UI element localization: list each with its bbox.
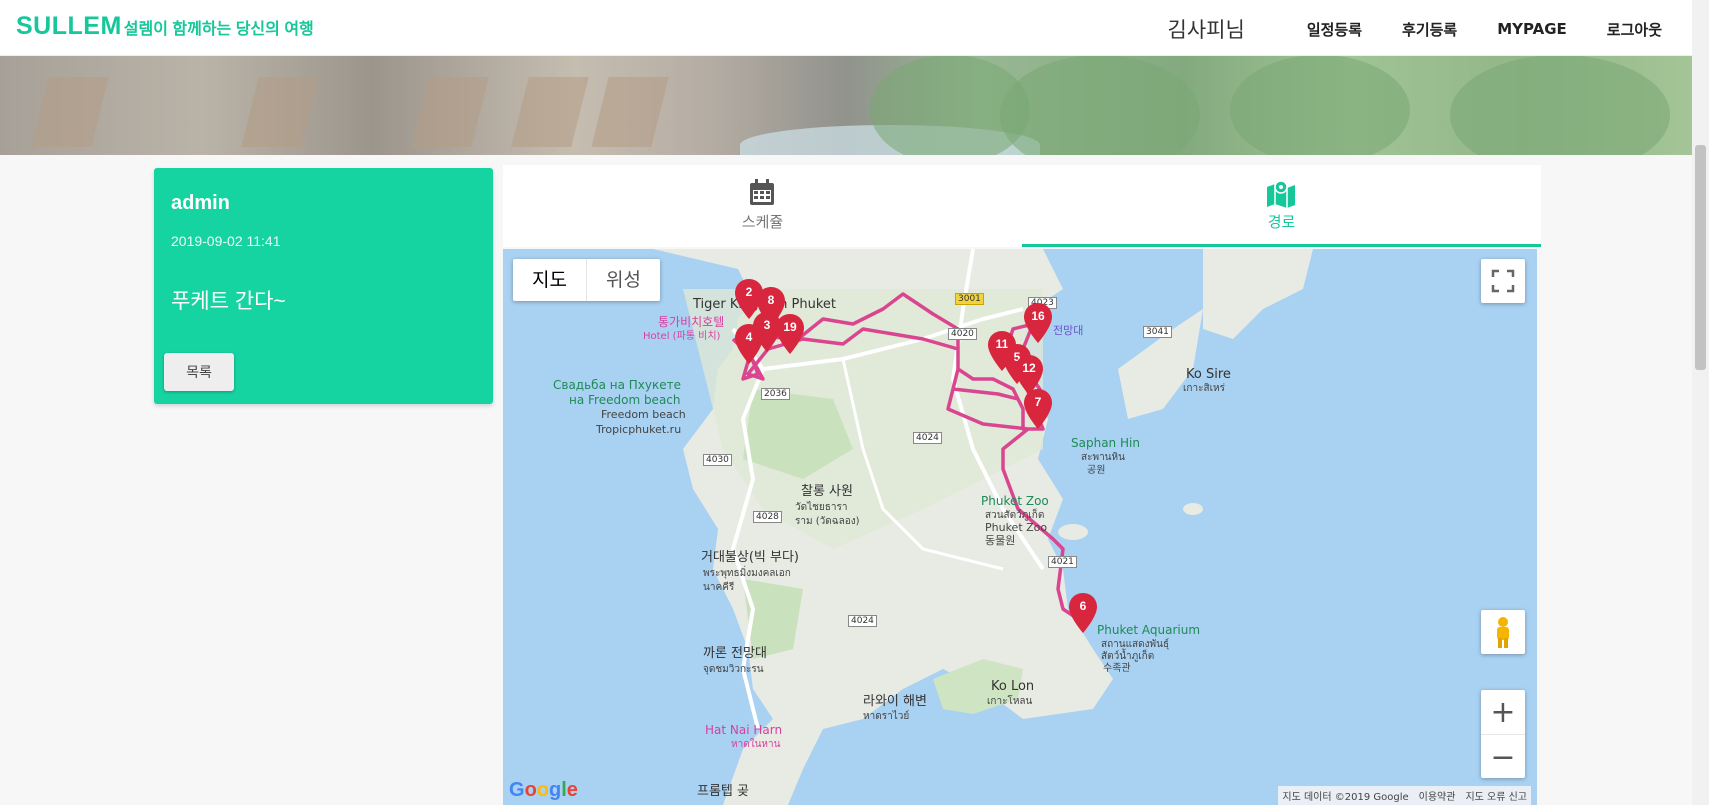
marker-label: 16 [1031,309,1045,323]
zoom-out-button[interactable]: − [1481,735,1525,779]
label-chalong-temple[interactable]: 찰롱 사원 [801,485,853,499]
label-saphan-hin-th: สะพานหิน [1081,452,1125,463]
label-hotel-sub: Hotel (파통 비치) [643,331,721,342]
main-nav: 김사피님 일정등록 후기등록 MYPAGE 로그아웃 [1168,14,1662,44]
post-title: 푸케트 간다~ [171,290,286,313]
tab-schedule[interactable]: 스케쥴 [503,165,1022,247]
route-map[interactable]: Tiger Kingdom Phuket 통가비치호텔 Hotel (파통 비치… [503,249,1537,805]
route-marker[interactable]: 7 [1024,389,1052,429]
calendar-icon [750,179,774,205]
fullscreen-icon [1491,269,1515,293]
road-shield: 4024 [848,615,877,627]
label-phuket-zoo[interactable]: Phuket Zoo [981,494,1049,508]
road-shield: 4021 [1048,556,1077,568]
road-shield: 4028 [753,511,782,523]
nav-mypage[interactable]: MYPAGE [1497,20,1567,38]
label-karon-viewpoint-sub: จุดชมวิวกะรน [703,664,764,675]
tab-schedule-label: 스케쥴 [741,213,784,231]
list-button[interactable]: 목록 [164,353,234,391]
marker-label: 4 [745,330,753,344]
label-rawai-beach[interactable]: 라와이 해변 [863,695,927,709]
road-shield: 3001 [955,293,984,305]
tab-route[interactable]: 경로 [1022,165,1541,247]
scrollbar-thumb[interactable] [1695,145,1706,370]
user-greeting: 김사피님 [1167,18,1245,42]
label-phuket-zoo-ko: 동물원 [985,534,1016,547]
label-nai-harn[interactable]: Hat Nai Harn [705,723,782,737]
pegman-icon [1497,617,1509,648]
post-datetime: 2019-09-02 11:41 [171,233,281,249]
label-phuket-zoo-en: Phuket Zoo [985,521,1048,534]
map-type-roadmap-button[interactable]: 지도 [513,259,587,301]
label-aquarium-ko: 수족관 [1103,663,1131,674]
post-author: admin [171,192,230,214]
label-chalong-temple-sub: วัดไชยธาราราม (วัดฉลอง) [795,502,860,527]
road-shield: 4030 [703,454,732,466]
label-ko-lon-th: เกาะโหลน [987,696,1033,707]
label-viewpoint: 전망대 [1053,324,1084,337]
page-scrollbar[interactable] [1692,0,1709,805]
marker-label: 7 [1034,395,1042,409]
brand-slogan[interactable]: 설렘이 함께하는 당신의 여행 [124,21,314,38]
map-attribution: 지도 데이터 ©2019 Google 이용약관 지도 오류 신고 [1278,786,1531,805]
terms-link[interactable]: 이용약관 [1419,788,1456,803]
tab-route-label: 경로 [1267,213,1296,231]
label-freedom-beach-sub: Tropicphuket.ru [596,423,682,436]
label-karon-viewpoint[interactable]: 까론 전망대 [703,647,767,661]
label-big-buddha[interactable]: 거대불상(빅 부다) [701,551,799,565]
label-nai-harn-sub: หาดในหาน [731,739,781,750]
road-shield: 2036 [761,388,790,400]
marker-label: 8 [767,293,775,307]
label-wedding-2: на Freedom beach [569,393,681,407]
route-marker[interactable]: 19 [776,314,804,354]
map-type-control: 지도 위성 [513,259,660,301]
label-rawai-beach-th: หาดราไวย์ [863,711,910,722]
map-type-satellite-button[interactable]: 위성 [587,259,660,301]
map-route-icon [1267,180,1295,208]
road-shield: 4024 [913,432,942,444]
nav-schedule-register[interactable]: 일정등록 [1307,19,1362,40]
route-marker[interactable]: 6 [1069,593,1097,633]
nav-logout[interactable]: 로그아웃 [1607,19,1662,40]
post-info-card: admin 2019-09-02 11:41 푸케트 간다~ 목록 [154,168,493,404]
google-logo-letter: o [536,779,549,801]
label-saphan-hin[interactable]: Saphan Hin [1071,436,1140,450]
view-tabs: 스케쥴 경로 [503,165,1541,247]
label-ko-sire-th: เกาะสิเหร่ [1183,383,1225,394]
label-ko-sire: Ko Sire [1186,367,1231,382]
label-hotel[interactable]: 통가비치호텔 [658,315,724,329]
marker-label: 19 [783,320,797,334]
brand-name[interactable]: SULLEM [16,12,122,40]
google-logo-letter: G [509,779,525,801]
marker-label: 6 [1079,599,1087,613]
label-wedding-1[interactable]: Свадьба на Пхукете [553,378,681,392]
google-logo-letter: e [566,779,578,801]
route-marker[interactable]: 16 [1024,303,1052,343]
map-data-credit: 지도 데이터 ©2019 Google [1282,792,1409,803]
google-logo-letter: g [549,779,562,801]
google-logo-letter: o [524,779,537,801]
label-freedom-beach: Freedom beach [601,408,686,421]
hero-banner-image [0,55,1692,155]
zoom-in-button[interactable]: + [1481,690,1525,735]
road-shield: 3041 [1143,326,1172,338]
label-promthep-cape[interactable]: 프롬텝 곶 [697,785,749,799]
label-phuket-aquarium[interactable]: Phuket Aquarium [1097,623,1200,637]
road-shield: 4020 [948,328,977,340]
label-big-buddha-sub: พระพุทธมิ่งมงคลเอกนาคคีรี [703,568,791,593]
brand-logo[interactable]: SULLEM 설렘이 함께하는 당신의 여행 [16,12,314,41]
label-saphan-hin-ko: 공원 [1087,465,1106,476]
google-logo[interactable]: Google [509,779,578,802]
top-navbar: SULLEM 설렘이 함께하는 당신의 여행 김사피님 일정등록 후기등록 MYP… [0,0,1692,56]
zoom-control: + − [1481,690,1525,778]
marker-label: 12 [1022,361,1036,375]
street-view-pegman[interactable] [1481,610,1525,654]
route-marker[interactable]: 4 [735,324,763,364]
label-ko-lon: Ko Lon [991,679,1035,694]
fullscreen-button[interactable] [1481,259,1525,303]
report-error-link[interactable]: 지도 오류 신고 [1465,788,1527,803]
nav-review-register[interactable]: 후기등록 [1402,19,1457,40]
